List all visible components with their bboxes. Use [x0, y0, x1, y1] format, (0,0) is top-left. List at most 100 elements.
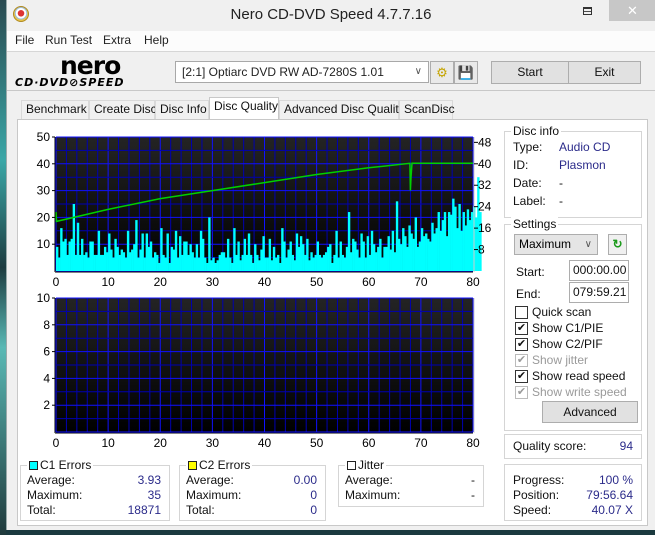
x-tick-label: 10: [101, 436, 115, 450]
app-window: Nero CD-DVD Speed 4.7.7.16 – ✕ File Run …: [6, 0, 655, 530]
tab-scandisc[interactable]: ScanDisc: [399, 100, 455, 119]
c1-error-bar: [135, 220, 138, 271]
progress-value: 100 %: [598, 473, 633, 487]
c2-average-row: Average: 0.00: [186, 473, 317, 488]
c1-error-bar: [322, 254, 326, 271]
end-time-input[interactable]: 079:59.21: [569, 282, 629, 303]
c1-error-bar: [458, 204, 461, 271]
c1-error-bar: [397, 238, 401, 271]
c1-error-bar: [389, 249, 392, 271]
logo-speed-text: CD·DVD⊘SPEED: [15, 76, 125, 89]
c1-error-bar: [139, 249, 142, 271]
c1-error-bar: [385, 246, 388, 271]
y-tick-label: 4: [43, 371, 50, 385]
c1-error-bar: [151, 257, 155, 271]
menu-run-test[interactable]: Run Test: [45, 33, 92, 47]
c1-error-bar: [375, 252, 378, 271]
title-bar: Nero CD-DVD Speed 4.7.7.16 – ✕: [7, 0, 655, 30]
disc-type-value: Audio CD: [559, 140, 611, 154]
c1-error-bar: [91, 241, 94, 271]
c1-error-bar: [468, 220, 472, 271]
c1-error-bar: [174, 230, 178, 271]
c1-error-bar: [210, 260, 213, 271]
c1-maximum-label: Maximum:: [27, 488, 83, 502]
start-time-input[interactable]: 000:00.00: [569, 260, 629, 281]
c1-error-bar: [83, 254, 86, 271]
c1-error-bar: [124, 257, 128, 271]
quality-score-group: Quality score: 94: [504, 434, 642, 459]
checkbox-box: [515, 306, 528, 319]
tab-disc-info[interactable]: Disc Info: [155, 100, 209, 119]
close-button[interactable]: ✕: [609, 0, 655, 21]
c1-error-bar: [231, 262, 234, 271]
speed-value: 40.07 X: [591, 503, 633, 517]
c1-error-bar: [402, 228, 405, 271]
c1-error-bar: [470, 212, 474, 271]
c1-error-bar: [333, 254, 336, 271]
speed-label: Speed:: [513, 503, 552, 517]
c1-error-bar: [254, 244, 257, 271]
c1-errors-group: C1 Errors Average: 3.93 Maximum: 35 Tota…: [20, 458, 170, 521]
y2-tick-label: 16: [478, 221, 492, 235]
c1-error-bar: [222, 252, 226, 271]
y-tick-label: 50: [37, 130, 51, 144]
c1-error-bar: [197, 257, 201, 271]
drive-select-value: [2:1] Optiarc DVD RW AD-7280S 1.01: [182, 65, 384, 79]
c1-error-bar: [420, 228, 424, 271]
c1-error-bar: [360, 233, 363, 271]
c1-error-bar: [460, 230, 463, 271]
drive-settings-button[interactable]: ⚙: [430, 61, 454, 84]
maximize-button[interactable]: [573, 0, 602, 21]
tab-advanced-disc-quality[interactable]: Advanced Disc Quality: [279, 100, 405, 119]
x-tick-label: 30: [206, 436, 220, 450]
start-label: Start:: [516, 265, 545, 279]
c1-error-bar: [160, 228, 163, 271]
tab-benchmark[interactable]: Benchmark: [21, 100, 89, 119]
c1-error-bar: [64, 238, 67, 271]
c1-error-bar: [122, 252, 126, 271]
tab-disc-quality[interactable]: Disc Quality: [209, 97, 279, 119]
advanced-button[interactable]: Advanced: [542, 401, 638, 423]
c1-error-bar: [110, 249, 113, 271]
c1-error-bar: [156, 254, 159, 271]
refresh-button[interactable]: ↻: [608, 234, 627, 255]
jitter-maximum-row: Maximum: -: [345, 488, 475, 503]
quick-scan-label: Quick scan: [532, 305, 592, 319]
drive-select[interactable]: [2:1] Optiarc DVD RW AD-7280S 1.01 ∨: [175, 61, 429, 83]
c1-error-bar: [366, 236, 370, 271]
c1-error-bar: [289, 241, 292, 271]
x-tick-label: 50: [310, 436, 324, 450]
c1-error-bar: [312, 257, 315, 271]
show-c2-label: Show C2/PIF: [532, 337, 603, 351]
c1-error-bar: [452, 198, 455, 271]
c1-error-bar: [233, 228, 236, 271]
position-row: Position: 79:56.64: [513, 488, 633, 503]
c1-error-bar: [295, 233, 299, 271]
exit-button[interactable]: Exit: [568, 61, 641, 84]
c1-error-bar: [352, 238, 355, 271]
c1-error-bar: [337, 257, 340, 271]
c1-error-bar: [268, 238, 272, 271]
quality-score-row: Quality score: 94: [513, 439, 633, 454]
c1-error-bar: [97, 230, 101, 271]
c1-error-bar: [153, 252, 157, 271]
start-button[interactable]: Start: [491, 61, 569, 84]
c1-error-bar: [356, 249, 359, 271]
c1-error-bar: [410, 233, 413, 271]
c1-error-bar: [320, 257, 324, 271]
disc-label-value: -: [559, 194, 563, 208]
save-button[interactable]: 💾: [454, 61, 478, 84]
menu-file[interactable]: File: [15, 33, 34, 47]
menu-extra[interactable]: Extra: [103, 33, 131, 47]
c1-error-bar: [368, 254, 372, 271]
c1-error-bar: [329, 244, 332, 271]
c1-error-bar: [168, 262, 171, 271]
speed-select[interactable]: Maximum ∨: [514, 234, 598, 255]
tab-create-disc[interactable]: Create Disc: [89, 100, 157, 119]
c1-error-bar: [327, 246, 330, 271]
c1-error-bar: [287, 249, 290, 271]
x-tick-label: 20: [154, 436, 168, 450]
jitter-maximum-value: -: [471, 488, 475, 502]
menu-help[interactable]: Help: [144, 33, 169, 47]
c1-error-bar: [422, 236, 426, 271]
